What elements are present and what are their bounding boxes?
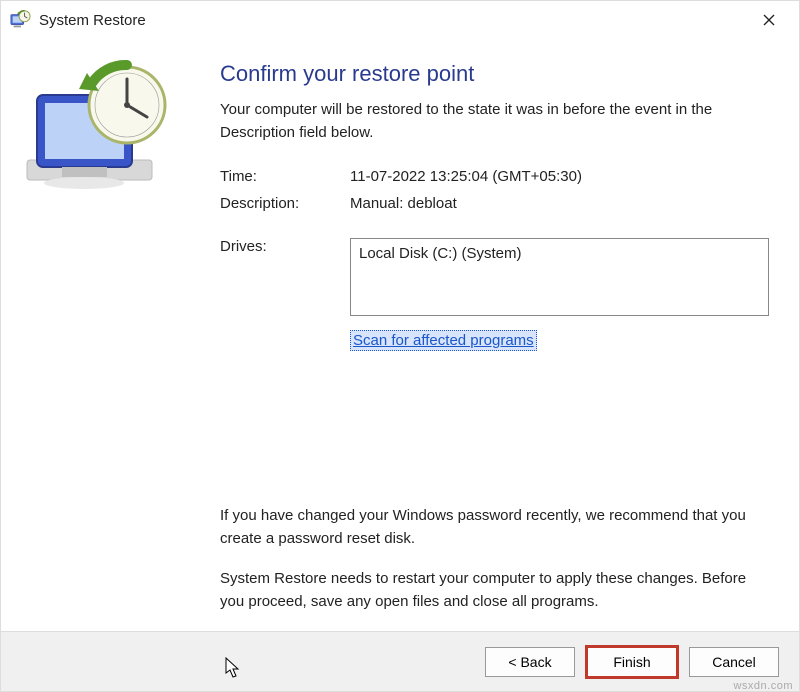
wizard-footer: < Back Finish Cancel wsxdn.com bbox=[1, 631, 799, 691]
drives-listbox[interactable]: Local Disk (C:) (System) bbox=[350, 238, 769, 316]
page-heading: Confirm your restore point bbox=[220, 61, 769, 87]
titlebar: System Restore bbox=[1, 1, 799, 39]
time-label: Time: bbox=[220, 168, 350, 185]
cancel-button[interactable]: Cancel bbox=[689, 647, 779, 677]
window-title: System Restore bbox=[39, 12, 747, 29]
description-value: Manual: debloat bbox=[350, 195, 769, 212]
watermark: wsxdn.com bbox=[733, 680, 793, 692]
finish-button[interactable]: Finish bbox=[587, 647, 677, 677]
page-description: Your computer will be restored to the st… bbox=[220, 99, 769, 144]
system-restore-window: System Restore bbox=[0, 0, 800, 692]
time-value: 11-07-2022 13:25:04 (GMT+05:30) bbox=[350, 168, 769, 185]
password-note: If you have changed your Windows passwor… bbox=[220, 505, 769, 550]
close-button[interactable] bbox=[747, 5, 791, 35]
scan-affected-programs-link[interactable]: Scan for affected programs bbox=[350, 330, 537, 351]
content-pane: Confirm your restore point Your computer… bbox=[206, 45, 799, 631]
system-restore-artwork-icon bbox=[17, 55, 177, 205]
description-label: Description: bbox=[220, 195, 350, 212]
restart-note: System Restore needs to restart your com… bbox=[220, 568, 769, 613]
drives-label: Drives: bbox=[220, 238, 350, 255]
system-restore-icon bbox=[9, 9, 31, 31]
drives-item[interactable]: Local Disk (C:) (System) bbox=[359, 245, 760, 262]
back-button[interactable]: < Back bbox=[485, 647, 575, 677]
cursor-icon bbox=[225, 657, 241, 685]
wizard-sidebar bbox=[1, 45, 206, 631]
close-icon bbox=[763, 14, 775, 26]
